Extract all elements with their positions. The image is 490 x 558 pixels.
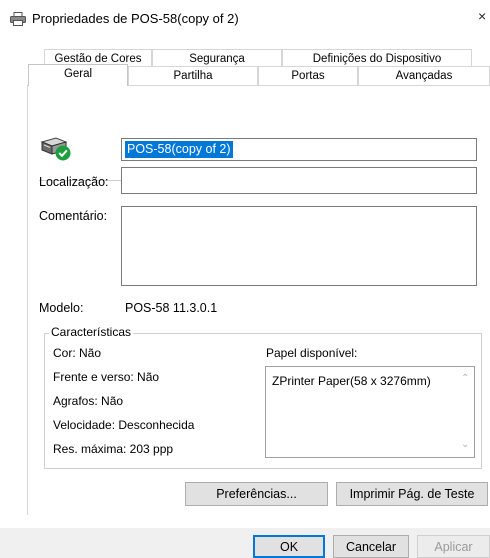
chevron-up-icon[interactable]: ⌃ bbox=[461, 374, 469, 384]
scrollbar[interactable]: ⌃ ⌄ bbox=[456, 367, 474, 457]
printer-ready-icon bbox=[40, 137, 71, 161]
printer-icon bbox=[10, 12, 26, 26]
comment-textarea[interactable] bbox=[121, 206, 477, 286]
window-title: Propriedades de POS-58(copy of 2) bbox=[32, 11, 239, 26]
location-label: Localização: bbox=[39, 175, 109, 189]
comment-label: Comentário: bbox=[39, 209, 108, 223]
list-item[interactable]: ZPrinter Paper(58 x 3276mm) bbox=[272, 374, 431, 388]
feature-speed: Velocidade: Desconhecida bbox=[53, 418, 195, 432]
chevron-down-icon[interactable]: ⌄ bbox=[461, 440, 469, 450]
model-label: Modelo: bbox=[39, 301, 84, 315]
title-bar: Propriedades de POS-58(copy of 2) × bbox=[0, 0, 490, 38]
feature-staple: Agrafos: Não bbox=[53, 394, 124, 408]
location-input[interactable] bbox=[121, 167, 477, 194]
apply-button[interactable]: Aplicar bbox=[417, 535, 490, 558]
tab-advanced[interactable]: Avançadas bbox=[358, 66, 490, 86]
cancel-button[interactable]: Cancelar bbox=[333, 535, 409, 558]
close-button[interactable]: × bbox=[478, 8, 490, 28]
ok-button[interactable]: OK bbox=[253, 535, 325, 558]
printer-name-input[interactable]: POS-58(copy of 2) bbox=[121, 138, 477, 161]
feature-color: Cor: Não bbox=[53, 346, 102, 360]
paper-listbox[interactable]: ZPrinter Paper(58 x 3276mm) ⌃ ⌄ bbox=[265, 366, 475, 458]
tab-sharing[interactable]: Partilha bbox=[128, 66, 258, 86]
tab-general[interactable]: Geral bbox=[28, 64, 128, 86]
tab-ports[interactable]: Portas bbox=[258, 66, 358, 86]
preferences-button[interactable]: Preferências... bbox=[185, 482, 328, 506]
features-legend: Características bbox=[49, 325, 134, 339]
model-value: POS-58 11.3.0.1 bbox=[125, 301, 218, 315]
paper-available-label: Papel disponível: bbox=[266, 346, 358, 360]
printer-name-selected-text: POS-58(copy of 2) bbox=[125, 141, 233, 158]
print-test-page-button[interactable]: Imprimir Pág. de Teste bbox=[336, 482, 488, 506]
feature-duplex: Frente e verso: Não bbox=[53, 370, 160, 384]
feature-resolution: Res. máxima: 203 ppp bbox=[53, 442, 174, 456]
